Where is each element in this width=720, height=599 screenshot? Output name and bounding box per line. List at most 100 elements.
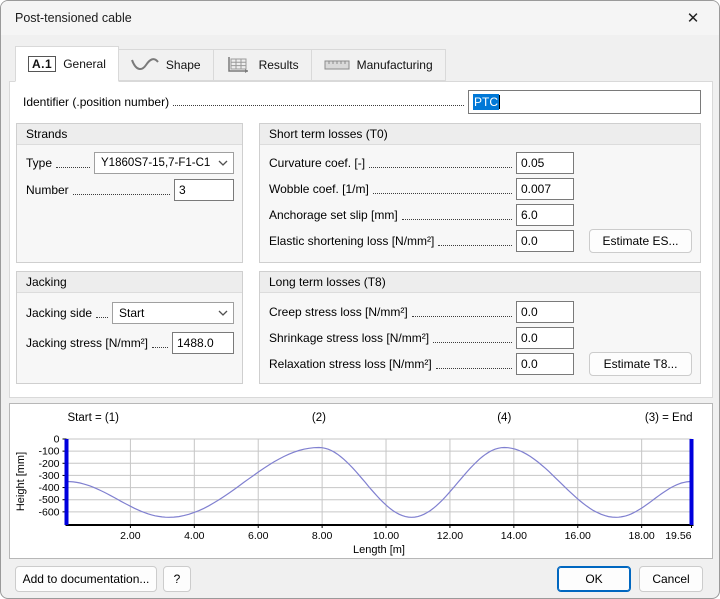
estimate-es-button[interactable]: Estimate ES... (589, 229, 692, 253)
svg-text:Height [mm]: Height [mm] (15, 452, 27, 511)
dotted-leader (72, 193, 170, 195)
chevron-down-icon (218, 310, 228, 316)
svg-text:-400: -400 (38, 482, 59, 494)
svg-text:-500: -500 (38, 494, 59, 506)
jacking-side-value: Start (119, 306, 145, 320)
identifier-row: Identifier (.position number) PTC (23, 89, 701, 114)
elastic-shortening-label: Elastic shortening loss [N/mm²] (269, 234, 435, 248)
shrinkage-stress-input[interactable] (516, 327, 574, 349)
long-term-losses-groupbox: Long term losses (T8) Creep stress loss … (259, 271, 701, 384)
svg-text:2.00: 2.00 (120, 530, 141, 542)
strands-title: Strands (17, 124, 242, 145)
curvature-coef-input[interactable] (516, 152, 574, 174)
tab-results-label: Results (258, 58, 299, 72)
dotted-leader (369, 166, 512, 168)
post-tensioned-cable-dialog: Post-tensioned cable ✕ A.1 General Shape (0, 0, 720, 599)
jacking-side-row: Jacking side Start (26, 302, 234, 324)
svg-text:-200: -200 (38, 458, 59, 470)
svg-text:4.00: 4.00 (184, 530, 205, 542)
svg-text:-600: -600 (38, 506, 59, 518)
identifier-selected-text: PTC (473, 93, 499, 110)
creep-stress-row: Creep stress loss [N/mm²] (269, 301, 692, 323)
strand-type-label: Type (26, 156, 53, 170)
cancel-button[interactable]: Cancel (639, 566, 703, 592)
add-to-documentation-button[interactable]: Add to documentation... (15, 566, 157, 592)
svg-text:18.00: 18.00 (629, 530, 655, 542)
identifier-label: Identifier (.position number) (23, 94, 170, 109)
tab-manufacturing[interactable]: Manufacturing (311, 49, 446, 81)
strand-number-input[interactable] (174, 179, 234, 201)
jacking-stress-input[interactable] (172, 332, 234, 354)
dotted-leader (56, 166, 90, 168)
cable-profile-chart: 0 -100 -200 -300 -400 -500 -600 2.00 4.00 6.00 8.0… (9, 403, 713, 559)
dotted-leader (96, 316, 108, 318)
dotted-leader (438, 244, 512, 246)
elastic-shortening-input[interactable] (516, 230, 574, 252)
jacking-side-dropdown[interactable]: Start (112, 302, 234, 324)
title-bar: Post-tensioned cable ✕ (1, 1, 719, 35)
svg-text:0: 0 (54, 434, 60, 446)
jacking-stress-row: Jacking stress [N/mm²] (26, 332, 234, 354)
estimate-t8-button[interactable]: Estimate T8... (589, 352, 692, 376)
a1-badge-icon: A.1 (28, 56, 57, 72)
shrinkage-stress-row: Shrinkage stress loss [N/mm²] (269, 327, 692, 349)
dotted-leader (433, 341, 512, 343)
wobble-coef-label: Wobble coef. [1/m] (269, 182, 369, 196)
anchorage-set-slip-label: Anchorage set slip [mm] (269, 208, 398, 222)
svg-text:-300: -300 (38, 470, 59, 482)
short-term-losses-groupbox: Short term losses (T0) Curvature coef. [… (259, 123, 701, 263)
tab-general-label: General (63, 57, 106, 71)
tab-shape-label: Shape (165, 58, 201, 72)
button-slot: Estimate T8... (574, 352, 692, 376)
relaxation-stress-input[interactable] (516, 353, 574, 375)
shrinkage-stress-label: Shrinkage stress loss [N/mm²] (269, 331, 430, 345)
dotted-leader (435, 367, 512, 369)
jacking-groupbox: Jacking Jacking side Start Jacking stres… (16, 271, 243, 384)
help-button[interactable]: ? (163, 566, 191, 592)
relaxation-stress-label: Relaxation stress loss [N/mm²] (269, 357, 432, 371)
tab-shape[interactable]: Shape (118, 49, 214, 81)
strand-type-value: Y1860S7-15,7-F1-C1 (101, 157, 211, 169)
anchorage-set-slip-input[interactable] (516, 204, 574, 226)
dotted-leader (411, 315, 512, 317)
tab-strip: A.1 General Shape Results Manufacturing (15, 46, 446, 82)
svg-text:6.00: 6.00 (248, 530, 269, 542)
ok-button[interactable]: OK (557, 566, 631, 592)
tab-general[interactable]: A.1 General (15, 46, 119, 82)
cable-profile-plot: 0-100-200-300-400-500-600 2.00 4.00 6.00 8.0… (15, 412, 694, 556)
creep-stress-label: Creep stress loss [N/mm²] (269, 305, 408, 319)
text-caret (499, 94, 500, 109)
tab-manufacturing-label: Manufacturing (356, 58, 433, 72)
jacking-title: Jacking (17, 272, 242, 293)
svg-text:16.00: 16.00 (565, 530, 591, 542)
svg-text:19.56: 19.56 (665, 530, 691, 542)
svg-text:14.00: 14.00 (501, 530, 527, 542)
svg-text:(4): (4) (497, 412, 511, 424)
svg-text:10.00: 10.00 (373, 530, 399, 542)
svg-text:(3) = End: (3) = End (645, 412, 693, 424)
jacking-stress-label: Jacking stress [N/mm²] (26, 336, 149, 350)
strand-type-dropdown[interactable]: Y1860S7-15,7-F1-C1 (94, 152, 234, 174)
chevron-down-icon (218, 160, 228, 166)
wobble-coef-input[interactable] (516, 178, 574, 200)
dotted-leader (152, 346, 168, 348)
curvature-coef-row: Curvature coef. [-] (269, 152, 692, 174)
dialog-title: Post-tensioned cable (15, 11, 132, 25)
button-slot: Estimate ES... (574, 229, 692, 253)
curvature-coef-label: Curvature coef. [-] (269, 156, 366, 170)
ruler-icon (324, 58, 350, 72)
anchorage-set-slip-row: Anchorage set slip [mm] (269, 204, 692, 226)
identifier-input[interactable]: PTC (468, 89, 701, 114)
svg-text:12.00: 12.00 (437, 530, 463, 542)
dotted-leader (401, 218, 512, 220)
close-icon[interactable]: ✕ (673, 3, 713, 33)
strand-number-label: Number (26, 183, 69, 197)
relaxation-stress-row: Relaxation stress loss [N/mm²] Estimate … (269, 352, 692, 376)
curve-icon (130, 56, 159, 74)
svg-text:-100: -100 (38, 446, 59, 458)
strand-type-row: Type Y1860S7-15,7-F1-C1 (26, 152, 234, 174)
creep-stress-input[interactable] (516, 301, 574, 323)
dotted-leader (372, 192, 512, 194)
dotted-leader (173, 105, 464, 106)
tab-results[interactable]: Results (213, 49, 312, 81)
